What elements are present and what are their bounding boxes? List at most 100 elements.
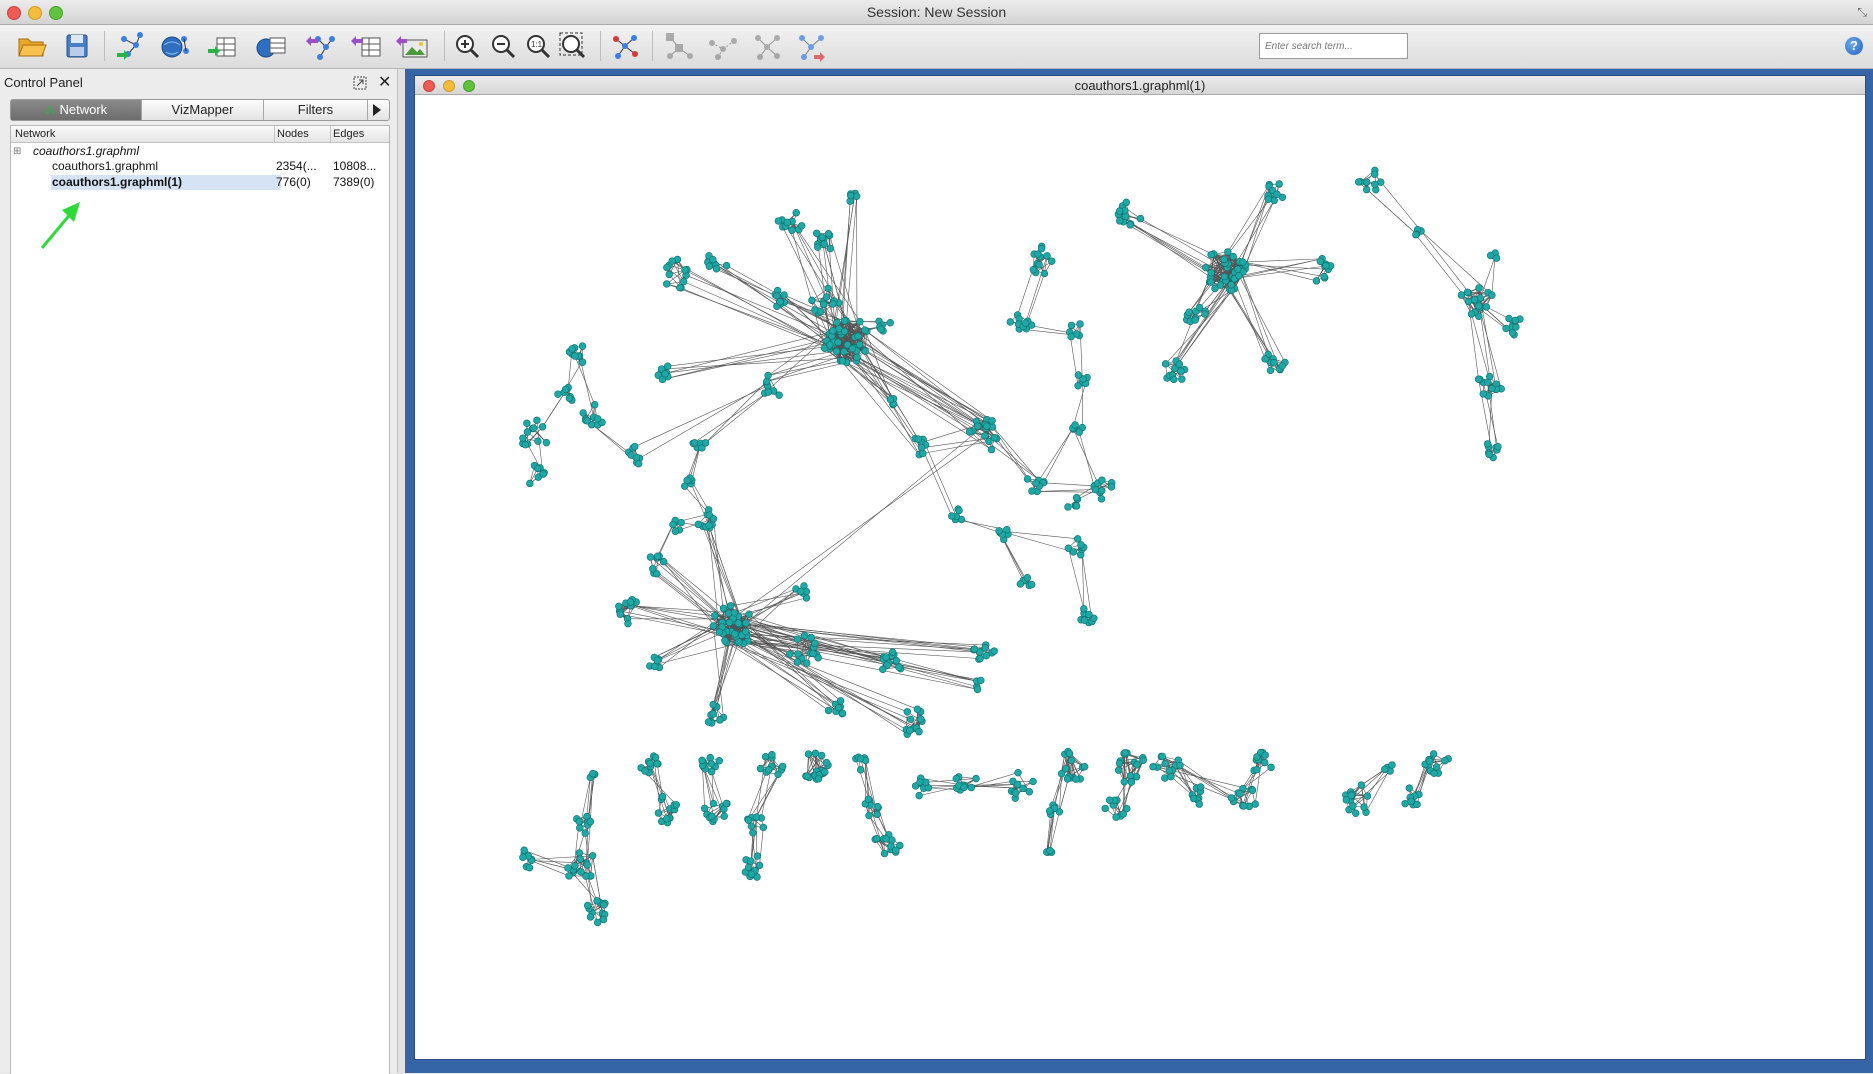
graph-node[interactable] (655, 810, 662, 817)
graph-node[interactable] (821, 241, 828, 248)
graph-node[interactable] (1073, 503, 1080, 510)
graph-node[interactable] (743, 620, 750, 627)
graph-node[interactable] (1371, 181, 1378, 188)
graph-node[interactable] (1406, 785, 1413, 792)
graph-node[interactable] (982, 432, 989, 439)
graph-node[interactable] (1077, 321, 1084, 328)
graph-node[interactable] (989, 417, 996, 424)
graph-node[interactable] (982, 644, 989, 651)
graph-node[interactable] (601, 902, 608, 909)
graph-node[interactable] (1509, 329, 1516, 336)
graph-node[interactable] (856, 318, 863, 325)
graph-node[interactable] (904, 708, 911, 715)
graph-node[interactable] (768, 751, 775, 758)
graph-node[interactable] (1234, 266, 1241, 273)
graph-node[interactable] (829, 327, 836, 334)
hide-selected-icon[interactable] (706, 29, 740, 63)
graph-node[interactable] (742, 628, 749, 635)
search-input[interactable] (1259, 33, 1408, 59)
graph-node[interactable] (731, 631, 738, 638)
graph-node[interactable] (862, 348, 869, 355)
graph-node[interactable] (662, 370, 669, 377)
graph-node[interactable] (1078, 541, 1085, 548)
graph-node[interactable] (1192, 317, 1199, 324)
graph-node[interactable] (539, 423, 546, 430)
graph-node[interactable] (833, 348, 840, 355)
graph-node[interactable] (1075, 372, 1082, 379)
graph-node[interactable] (1262, 752, 1269, 759)
close-panel-icon[interactable]: ✕ (378, 72, 391, 92)
column-header-nodes[interactable]: Nodes (277, 128, 309, 140)
graph-node[interactable] (522, 441, 529, 448)
graph-node[interactable] (1116, 760, 1123, 767)
graph-node[interactable] (562, 386, 569, 393)
graph-node[interactable] (1064, 775, 1071, 782)
graph-node[interactable] (691, 439, 698, 446)
graph-node[interactable] (971, 646, 978, 653)
graph-node[interactable] (1506, 315, 1513, 322)
graph-node[interactable] (1465, 298, 1472, 305)
graph-node[interactable] (1159, 753, 1166, 760)
graph-node[interactable] (754, 853, 761, 860)
graph-node[interactable] (818, 752, 825, 759)
graph-node[interactable] (825, 707, 832, 714)
graph-node[interactable] (705, 522, 712, 529)
graph-node[interactable] (569, 346, 576, 353)
graph-node[interactable] (781, 292, 788, 299)
graph-node[interactable] (883, 654, 890, 661)
graph-node[interactable] (1230, 253, 1237, 260)
graph-node[interactable] (717, 717, 724, 724)
graph-node[interactable] (721, 813, 728, 820)
graph-node[interactable] (524, 420, 531, 427)
graph-node[interactable] (1488, 385, 1495, 392)
graph-node[interactable] (1361, 804, 1368, 811)
graph-node[interactable] (710, 800, 717, 807)
new-network-from-selection-icon[interactable] (794, 29, 828, 63)
graph-node[interactable] (1127, 221, 1134, 228)
graph-node[interactable] (1026, 788, 1033, 795)
graph-node[interactable] (748, 871, 755, 878)
graph-node[interactable] (1228, 281, 1235, 288)
tab-vizmapper[interactable]: VizMapper (142, 100, 264, 120)
graph-node[interactable] (659, 793, 666, 800)
graph-node[interactable] (673, 801, 680, 808)
import-network-web-icon[interactable] (158, 29, 192, 63)
graph-node[interactable] (1476, 303, 1483, 310)
graph-node[interactable] (1426, 758, 1433, 765)
graph-node[interactable] (565, 865, 572, 872)
graph-node[interactable] (895, 664, 902, 671)
graph-node[interactable] (678, 519, 685, 526)
graph-node[interactable] (996, 527, 1003, 534)
graph-node[interactable] (1486, 451, 1493, 458)
graph-node[interactable] (1068, 333, 1075, 340)
graph-node[interactable] (1176, 361, 1183, 368)
graph-node[interactable] (1261, 759, 1268, 766)
graph-node[interactable] (1065, 504, 1072, 511)
graph-node[interactable] (801, 632, 808, 639)
graph-node[interactable] (1279, 363, 1286, 370)
graph-node[interactable] (1495, 443, 1502, 450)
graph-node[interactable] (821, 769, 828, 776)
graph-node[interactable] (1262, 356, 1269, 363)
graph-node[interactable] (1503, 325, 1510, 332)
zoom-in-icon[interactable] (450, 29, 484, 63)
graph-node[interactable] (1208, 251, 1215, 258)
graph-node[interactable] (1274, 191, 1281, 198)
graph-node[interactable] (1358, 782, 1365, 789)
graph-node[interactable] (584, 861, 591, 868)
graph-node[interactable] (1221, 273, 1228, 280)
graph-node[interactable] (1134, 761, 1141, 768)
graph-node[interactable] (805, 751, 812, 758)
graph-node[interactable] (1412, 231, 1419, 238)
graph-node[interactable] (1133, 773, 1140, 780)
graph-node[interactable] (915, 436, 922, 443)
graph-node[interactable] (682, 267, 689, 274)
graph-node[interactable] (746, 611, 753, 618)
graph-node[interactable] (710, 710, 717, 717)
graph-node[interactable] (1476, 285, 1483, 292)
graph-node[interactable] (866, 812, 873, 819)
graph-node[interactable] (1484, 441, 1491, 448)
graph-node[interactable] (1177, 762, 1184, 769)
graph-node[interactable] (1076, 429, 1083, 436)
graph-node[interactable] (1162, 360, 1169, 367)
